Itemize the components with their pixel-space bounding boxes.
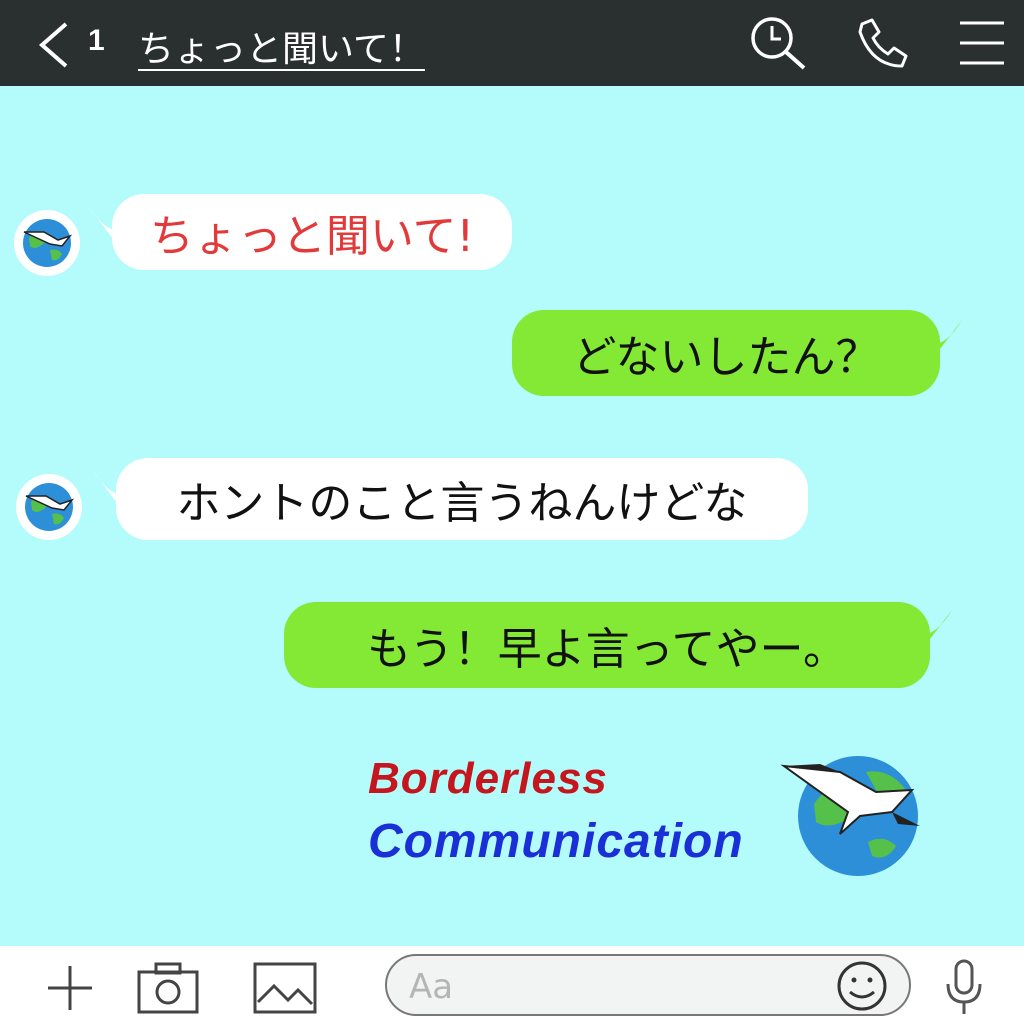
- globe-bird-icon: [25, 483, 75, 531]
- message-text: もう！早よ言ってやー。: [366, 624, 848, 675]
- chat-area: ちょっと聞いて! どないしたん？ ホントのこと言うねんけどな もう！早よ言ってや…: [0, 86, 1024, 946]
- smiley-icon[interactable]: [835, 960, 889, 1016]
- message-text: ちょっと聞いて!: [149, 211, 475, 262]
- message-bubble-outgoing[interactable]: どないしたん？: [512, 310, 940, 396]
- logo-text-line1: Borderless: [368, 754, 608, 803]
- message-input[interactable]: [407, 964, 831, 1010]
- chat-title[interactable]: ちょっと聞いて！: [138, 20, 425, 72]
- chat-header: 1 ちょっと聞いて！: [0, 0, 1024, 86]
- search-icon[interactable]: [748, 14, 808, 72]
- message-bubble-outgoing[interactable]: もう！早よ言ってやー。: [284, 602, 930, 688]
- image-icon[interactable]: [252, 960, 318, 1020]
- message-text: どないしたん？: [572, 332, 880, 383]
- input-bar: [0, 946, 1024, 1024]
- message-bubble-incoming[interactable]: ちょっと聞いて!: [112, 194, 512, 270]
- globe-bird-logo-icon: [780, 756, 920, 876]
- logo-text-line2: Communication: [368, 815, 744, 868]
- message-bubble-incoming[interactable]: ホントのこと言うねんけどな: [116, 458, 808, 540]
- globe-bird-icon: [23, 219, 73, 267]
- phone-icon[interactable]: [852, 14, 912, 72]
- plus-icon[interactable]: [44, 962, 96, 1018]
- camera-icon[interactable]: [136, 960, 200, 1020]
- avatar[interactable]: [14, 210, 80, 276]
- microphone-icon[interactable]: [944, 958, 984, 1022]
- message-text: ホントのこと言うねんけどな: [176, 478, 748, 529]
- avatar[interactable]: [16, 474, 82, 540]
- unread-count: 1: [88, 24, 105, 57]
- message-input-box[interactable]: [385, 954, 911, 1016]
- back-chevron-icon[interactable]: [30, 20, 80, 70]
- menu-icon[interactable]: [958, 14, 1018, 72]
